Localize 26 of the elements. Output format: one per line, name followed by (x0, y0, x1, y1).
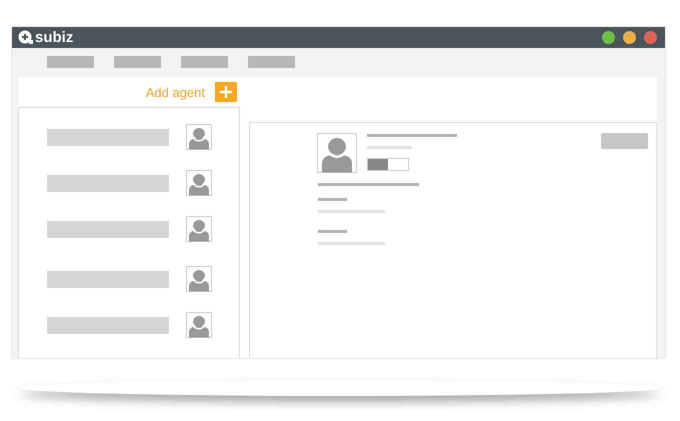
agent-name-placeholder[interactable] (47, 174, 169, 192)
window-control-dot[interactable] (623, 30, 636, 44)
add-button[interactable] (215, 82, 237, 102)
nav-placeholder[interactable] (181, 56, 228, 68)
plus-circle-icon (18, 30, 34, 44)
field-label-placeholder (318, 230, 347, 233)
logo-text: subiz (35, 30, 74, 45)
agent-name-placeholder[interactable] (47, 128, 169, 146)
window-control-dot[interactable] (644, 30, 657, 44)
plus-icon (219, 85, 233, 99)
agent-name-placeholder[interactable] (47, 220, 169, 238)
avatar-icon[interactable] (186, 170, 212, 196)
nav-placeholder[interactable] (47, 56, 94, 68)
nav-placeholder[interactable] (114, 56, 161, 68)
avatar-icon[interactable] (186, 266, 212, 292)
field-label-placeholder (318, 198, 347, 201)
status-toggle[interactable] (367, 158, 409, 171)
window-control-dot[interactable] (602, 30, 615, 44)
avatar-icon (317, 133, 357, 173)
add-agent-label: Add agent (146, 84, 205, 100)
avatar-icon[interactable] (186, 312, 212, 338)
avatar-icon[interactable] (186, 216, 212, 242)
avatar-icon[interactable] (186, 124, 212, 150)
agent-name-placeholder[interactable] (47, 316, 169, 334)
nav-placeholder[interactable] (248, 56, 295, 68)
agent-name-placeholder[interactable] (47, 270, 169, 288)
